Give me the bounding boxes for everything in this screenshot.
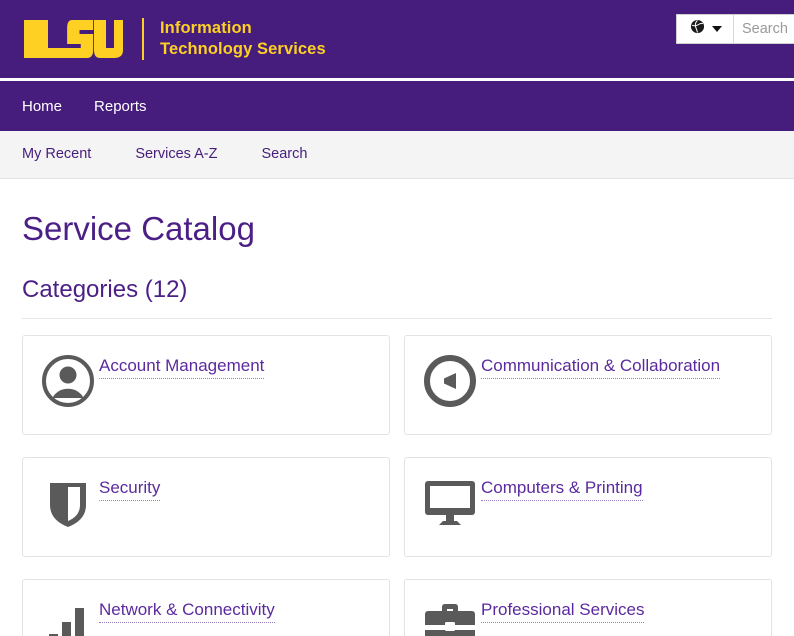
category-link[interactable]: Security (99, 478, 161, 502)
subnav-item-my-recent[interactable]: My Recent (22, 147, 91, 162)
signal-bars-icon (37, 594, 99, 636)
page-title: Service Catalog (22, 210, 255, 247)
search-input[interactable] (734, 15, 794, 43)
main-content: Service Catalog Categories (12) Account … (0, 210, 794, 636)
briefcase-icon (419, 594, 481, 636)
category-link[interactable]: Network & Connectivity (99, 600, 275, 624)
lsu-logo-icon (22, 18, 124, 60)
nav-item-home[interactable]: Home (22, 99, 62, 114)
brand-wordmark: Information Technology Services (160, 18, 326, 60)
search-scope-dropdown[interactable] (677, 15, 734, 43)
category-link[interactable]: Communication & Collaboration (481, 356, 721, 380)
category-card-account-management[interactable]: Account Management (22, 334, 390, 435)
category-card-professional-services[interactable]: Professional Services (404, 578, 772, 636)
brand-wordmark-line2: Technology Services (160, 40, 326, 58)
search-cluster (676, 14, 794, 44)
category-card-computers-printing[interactable]: Computers & Printing (404, 456, 772, 557)
brand-wordmark-line1: Information (160, 18, 252, 37)
shield-icon (37, 472, 99, 534)
section-divider (22, 317, 772, 319)
brand-lockup[interactable]: Information Technology Services (0, 18, 326, 60)
megaphone-circle-icon (419, 350, 481, 412)
nav-item-reports[interactable]: Reports (94, 99, 147, 114)
monitor-icon (419, 472, 481, 534)
category-card-security[interactable]: Security (22, 456, 390, 557)
primary-navigation: Home Reports (0, 81, 794, 131)
site-masthead: Information Technology Services (0, 0, 794, 78)
brand-divider (142, 18, 144, 60)
category-card-communication-collaboration[interactable]: Communication & Collaboration (404, 334, 772, 435)
user-circle-icon (37, 350, 99, 412)
category-grid: Account Management Communication & Colla… (22, 334, 772, 636)
chevron-down-icon (712, 26, 722, 32)
category-link[interactable]: Account Management (99, 356, 265, 380)
section-title: Categories (12) (22, 276, 188, 304)
category-card-network-connectivity[interactable]: Network & Connectivity (22, 578, 390, 636)
category-link[interactable]: Professional Services (481, 600, 645, 624)
secondary-navigation: My Recent Services A-Z Search (0, 131, 794, 179)
globe-icon (690, 19, 705, 39)
subnav-item-services-a-z[interactable]: Services A-Z (135, 147, 217, 162)
subnav-item-search[interactable]: Search (262, 147, 308, 162)
category-link[interactable]: Computers & Printing (481, 478, 643, 502)
